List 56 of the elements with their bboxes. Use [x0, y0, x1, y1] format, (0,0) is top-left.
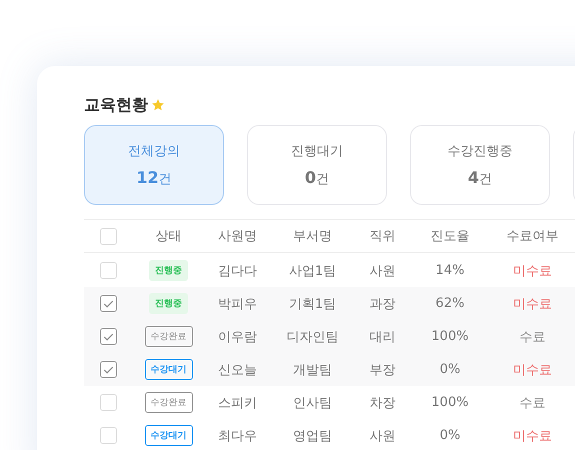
table-cell-text: 수료: [520, 394, 546, 412]
table-cell-text: 부장: [370, 362, 396, 378]
table-cell-text: 미수료: [513, 262, 552, 280]
column-header: 상태: [156, 228, 182, 245]
section-title: 교육현황: [84, 94, 148, 116]
status-badge: 진행중: [149, 260, 188, 281]
column-header: 직위: [370, 228, 396, 245]
status-badge: 진행중: [149, 293, 188, 314]
table-cell-text: 차장: [370, 394, 396, 412]
summary-card[interactable]: 수강진행중 4건: [410, 125, 550, 205]
table-cell-text: 최다우: [218, 428, 257, 444]
table-cell-text: 사원: [370, 262, 396, 280]
card-label: 전체강의: [128, 143, 180, 160]
table-cell-text: 스피키: [218, 394, 257, 412]
status-badge: 수강완료: [144, 326, 192, 347]
table-cell: 100%: [431, 329, 469, 344]
table-cell-text: 미수료: [513, 428, 552, 444]
table-cell-text: 사업1팀: [288, 262, 336, 280]
status-badge: 수강대기: [144, 425, 192, 446]
table-cell-text: 인사팀: [293, 394, 332, 412]
status-badge: 수강대기: [144, 359, 192, 380]
table-cell: 62%: [436, 296, 464, 311]
card-count: 12건: [136, 168, 172, 188]
card-count: 0건: [304, 168, 330, 188]
checkbox[interactable]: [100, 295, 116, 312]
table-cell-text: 신오늘: [218, 362, 257, 378]
column-header: 부서명: [293, 228, 332, 245]
table-cell-text: 과장: [370, 296, 396, 312]
table-cell-text: 박피우: [218, 296, 257, 312]
table-cell-text: 기획1팀: [288, 296, 336, 312]
table-cell-text: 이우람: [218, 328, 257, 346]
table-cell-text: 영업팀: [293, 428, 332, 444]
column-header: 사원명: [218, 228, 257, 245]
table-cell-text: 개발팀: [293, 362, 332, 378]
table-cell-text: 디자인팀: [286, 328, 338, 346]
table-cell: 0%: [440, 362, 460, 377]
card-label: 수강진행중: [448, 143, 512, 160]
table-cell-text: 사원: [370, 428, 396, 444]
checkbox[interactable]: [100, 328, 116, 345]
table-cell-text: 미수료: [513, 296, 552, 312]
table-cell-text: 대리: [370, 328, 396, 346]
table-cell: 14%: [436, 263, 464, 278]
card-count: 4건: [468, 168, 492, 188]
table-cell: 100%: [431, 395, 469, 410]
table-cell-text: 미수료: [513, 362, 552, 378]
column-header: 수료여부: [506, 228, 558, 245]
card-label: 진행대기: [291, 143, 343, 160]
table-cell-text: 수료: [520, 328, 546, 346]
star-icon: [151, 98, 165, 112]
status-badge: 수강완료: [144, 392, 192, 413]
summary-card[interactable]: 진행대기 0건: [247, 125, 387, 205]
table-cell: 0%: [440, 428, 460, 443]
table-cell-text: 김다다: [218, 262, 257, 280]
column-header: 진도율: [430, 228, 470, 245]
checkbox[interactable]: [100, 361, 116, 378]
summary-card[interactable]: 전체강의 12건: [84, 125, 224, 205]
